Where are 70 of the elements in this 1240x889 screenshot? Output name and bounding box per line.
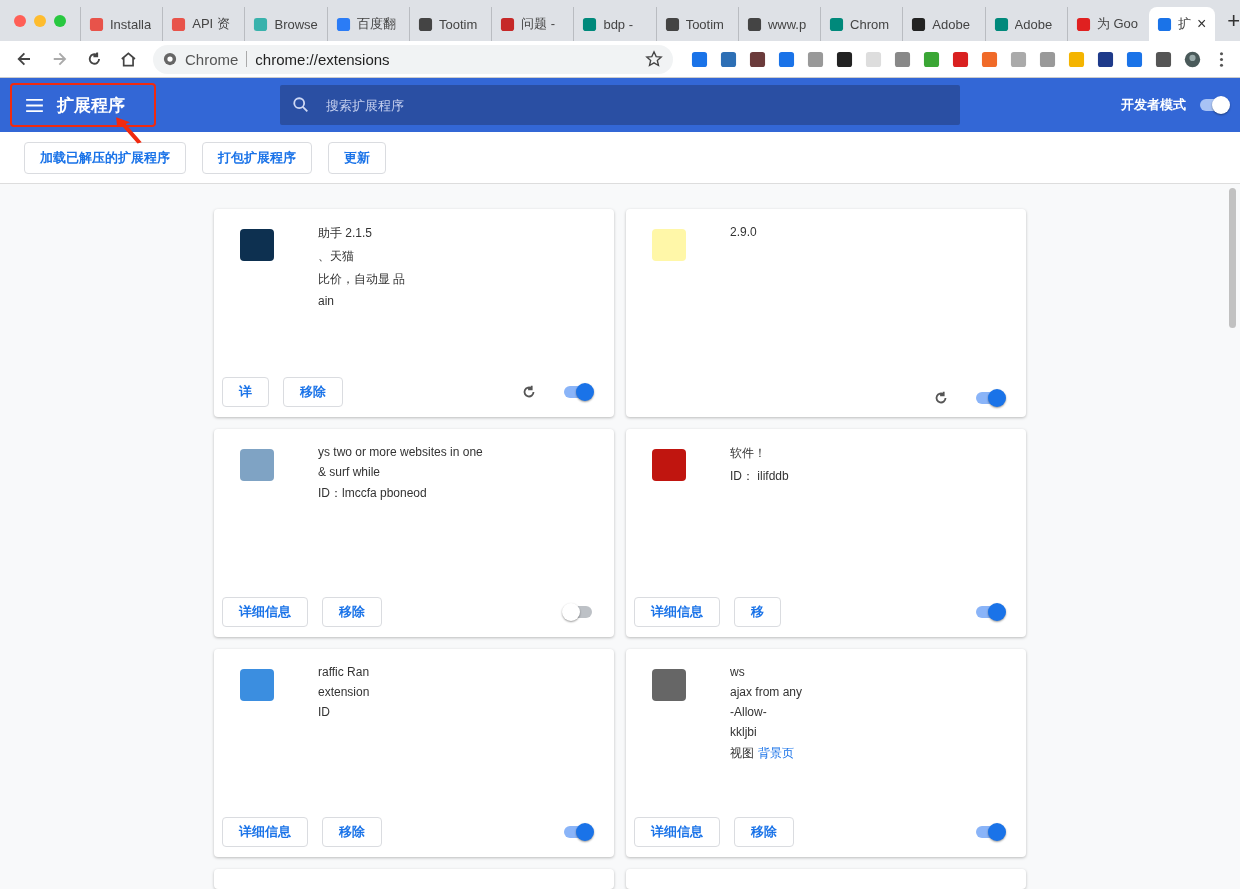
- extension-icon[interactable]: [836, 50, 853, 68]
- menu-icon[interactable]: [26, 98, 43, 112]
- description-text: 、天猫: [318, 248, 355, 265]
- remove-button[interactable]: 移除: [322, 597, 382, 627]
- enable-toggle[interactable]: [976, 606, 1004, 618]
- details-button[interactable]: 详细信息: [222, 817, 308, 847]
- bookmark-star-icon[interactable]: [645, 50, 663, 69]
- details-button[interactable]: 详: [222, 377, 269, 407]
- action-button[interactable]: 打包扩展程序: [202, 141, 312, 174]
- favicon-icon: [417, 16, 433, 32]
- favicon-icon: [582, 16, 598, 32]
- enable-toggle[interactable]: [564, 826, 592, 838]
- details-button[interactable]: 详细信息: [634, 817, 720, 847]
- description-text: ys two or more websites in one: [318, 445, 483, 459]
- description-text: kkljbi: [730, 725, 758, 739]
- address-bar[interactable]: Chrome chrome://extensions: [153, 44, 673, 74]
- favicon-icon: [171, 16, 187, 32]
- description-text: 比价，自动显 品: [318, 271, 406, 288]
- description-text: ajax from any: [730, 685, 803, 699]
- action-button[interactable]: 加载已解压的扩展程序: [24, 141, 186, 174]
- extension-icon[interactable]: [1155, 50, 1172, 68]
- remove-button[interactable]: 移除: [322, 817, 382, 847]
- browser-tab[interactable]: 扩 ×: [1149, 7, 1216, 42]
- avatar-icon[interactable]: [1184, 50, 1201, 68]
- favicon-icon: [829, 16, 845, 32]
- description-text: ID: [318, 705, 331, 719]
- details-button[interactable]: 详细信息: [222, 597, 308, 627]
- favicon-icon: [1157, 16, 1173, 32]
- new-tab-button[interactable]: +: [1227, 7, 1240, 34]
- description-text: 软件！: [730, 445, 767, 462]
- description-text: extension: [318, 685, 370, 699]
- description-text: ain: [318, 294, 335, 308]
- background-page-link[interactable]: 背景页: [758, 745, 794, 762]
- enable-toggle[interactable]: [976, 826, 1004, 838]
- close-window-button[interactable]: [14, 14, 26, 27]
- favicon-icon: [500, 16, 516, 32]
- description-text: -Allow-: [730, 705, 768, 719]
- favicon-icon: [664, 16, 680, 32]
- favicon-icon: [253, 16, 269, 32]
- favicon-icon: [1075, 16, 1091, 32]
- remove-button[interactable]: 移除: [283, 377, 343, 407]
- extension-icon[interactable]: [1097, 50, 1114, 68]
- inspect-views-label: 视图: [730, 745, 754, 762]
- extension-icon[interactable]: [749, 50, 766, 68]
- description-text: ID： ilifddb: [730, 468, 789, 485]
- favicon-icon: [89, 16, 104, 32]
- description-text: 助手 2.1.5: [318, 225, 374, 242]
- remove-button[interactable]: 移: [734, 597, 781, 627]
- page-title: 扩展程序: [57, 94, 125, 117]
- search-field[interactable]: 搜索扩展程序: [280, 85, 960, 126]
- favicon-icon: [746, 16, 762, 32]
- action-button[interactable]: 更新: [328, 141, 386, 174]
- search-icon: [292, 96, 310, 115]
- developer-mode-label: 开发者模式: [1121, 96, 1186, 115]
- description-text: raffic Ran: [318, 665, 370, 679]
- enable-toggle[interactable]: [976, 392, 1004, 404]
- favicon-icon: [335, 16, 351, 32]
- description-text: 2.9.0: [730, 225, 757, 239]
- favicon-icon: [911, 16, 927, 32]
- details-button[interactable]: 详细信息: [634, 597, 720, 627]
- description-text: ws: [730, 665, 746, 679]
- enable-toggle[interactable]: [564, 386, 592, 398]
- remove-button[interactable]: 移除: [734, 817, 794, 847]
- chrome-icon: [163, 52, 177, 67]
- description-text: & surf while: [318, 465, 382, 479]
- description-text: ID：lmccfa pboneod: [318, 485, 428, 502]
- developer-mode-toggle[interactable]: [1200, 99, 1228, 112]
- enable-toggle[interactable]: [564, 606, 592, 618]
- scrollbar-thumb[interactable]: [1229, 188, 1236, 328]
- favicon-icon: [993, 16, 1009, 32]
